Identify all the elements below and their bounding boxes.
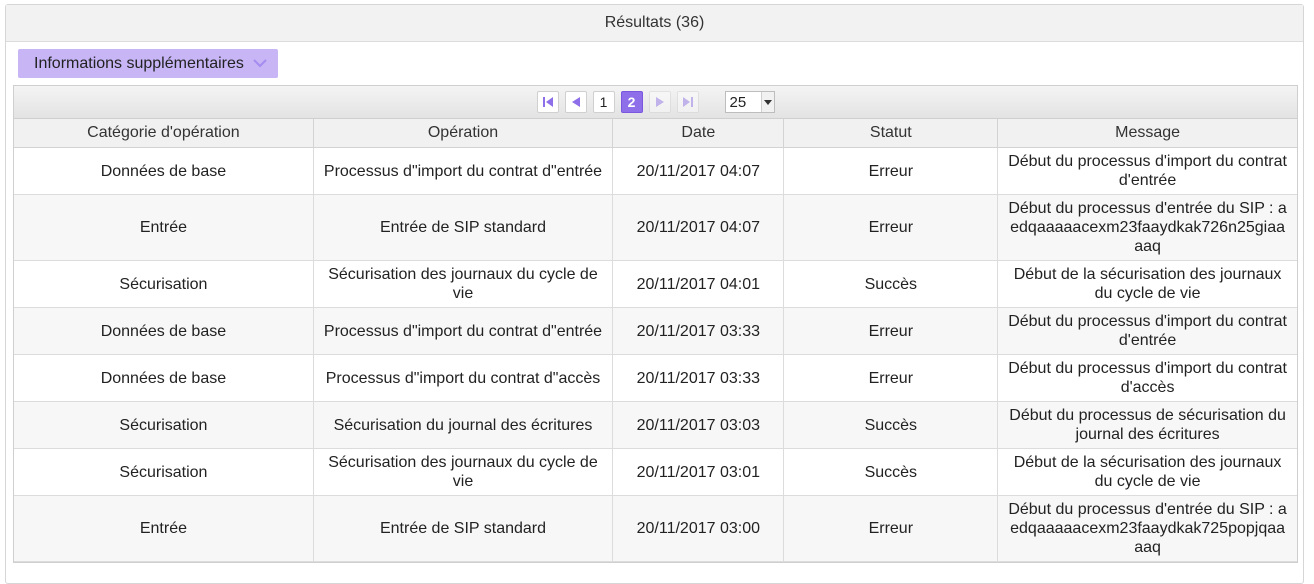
paginator: 1 2 25 — [14, 86, 1297, 119]
table-header-row: Catégorie d'opération Opération Date Sta… — [14, 119, 1297, 148]
page-2-button[interactable]: 2 — [620, 91, 643, 113]
table-row[interactable]: Sécurisation Sécurisation du journal des… — [14, 401, 1297, 449]
cell-date: 20/11/2017 03:33 — [612, 307, 785, 355]
cell-status: Succès — [783, 260, 999, 308]
table-row[interactable]: Entrée Entrée de SIP standard 20/11/2017… — [14, 495, 1297, 562]
cell-category: Sécurisation — [14, 401, 314, 449]
more-info-label: Informations supplémentaires — [34, 54, 244, 72]
results-title: Résultats (36) — [604, 14, 705, 31]
cell-status: Succès — [783, 401, 999, 449]
cell-operation: Entrée de SIP standard — [313, 194, 614, 261]
column-header-date[interactable]: Date — [612, 119, 785, 148]
table-row[interactable]: Données de base Processus d"import du co… — [14, 147, 1297, 195]
results-panel-header: Résultats (36) — [6, 5, 1303, 42]
column-header-category[interactable]: Catégorie d'opération — [14, 119, 314, 148]
select-arrow-icon — [760, 92, 774, 112]
cell-date: 20/11/2017 04:07 — [612, 147, 785, 195]
cell-date: 20/11/2017 04:07 — [612, 194, 785, 261]
cell-message: Début du processus de sécurisation du jo… — [997, 401, 1297, 449]
cell-message: Début du processus d'import du contrat d… — [997, 354, 1297, 402]
cell-status: Erreur — [783, 495, 999, 562]
first-page-icon[interactable] — [536, 91, 559, 113]
cell-status: Erreur — [783, 307, 999, 355]
cell-operation: Sécurisation du journal des écritures — [313, 401, 614, 449]
next-page-icon[interactable] — [648, 91, 671, 113]
rows-per-page-value: 25 — [729, 93, 747, 111]
cell-category: Données de base — [14, 147, 314, 195]
cell-operation: Processus d"import du contrat d"accès — [313, 354, 614, 402]
cell-operation: Entrée de SIP standard — [313, 495, 614, 562]
cell-category: Sécurisation — [14, 448, 314, 496]
cell-message: Début du processus d'entrée du SIP : aed… — [997, 495, 1297, 562]
cell-category: Données de base — [14, 307, 314, 355]
results-table: Catégorie d'opération Opération Date Sta… — [14, 119, 1297, 562]
cell-status: Erreur — [783, 354, 999, 402]
cell-operation: Processus d"import du contrat d"entrée — [313, 307, 614, 355]
table-row[interactable]: Données de base Processus d"import du co… — [14, 307, 1297, 355]
cell-date: 20/11/2017 03:00 — [612, 495, 785, 562]
table-row[interactable]: Sécurisation Sécurisation des journaux d… — [14, 448, 1297, 496]
previous-page-icon[interactable] — [564, 91, 587, 113]
cell-category: Entrée — [14, 495, 314, 562]
cell-date: 20/11/2017 03:33 — [612, 354, 785, 402]
results-grid: 1 2 25 Catégorie d'opération Opération D… — [13, 85, 1298, 563]
cell-message: Début du processus d'import du contrat d… — [997, 147, 1297, 195]
column-header-operation[interactable]: Opération — [313, 119, 614, 148]
cell-date: 20/11/2017 03:03 — [612, 401, 785, 449]
chevron-down-icon — [252, 56, 268, 72]
column-header-message[interactable]: Message — [997, 119, 1297, 148]
cell-operation: Sécurisation des journaux du cycle de vi… — [313, 448, 614, 496]
page-1-button[interactable]: 1 — [592, 91, 615, 113]
cell-date: 20/11/2017 03:01 — [612, 448, 785, 496]
cell-status: Succès — [783, 448, 999, 496]
cell-operation: Sécurisation des journaux du cycle de vi… — [313, 260, 614, 308]
cell-operation: Processus d"import du contrat d"entrée — [313, 147, 614, 195]
rows-per-page-select[interactable]: 25 — [724, 91, 775, 113]
more-info-button[interactable]: Informations supplémentaires — [18, 49, 278, 78]
cell-message: Début de la sécurisation des journaux du… — [997, 448, 1297, 496]
cell-status: Erreur — [783, 194, 999, 261]
table-row[interactable]: Données de base Processus d"import du co… — [14, 354, 1297, 402]
cell-category: Sécurisation — [14, 260, 314, 308]
cell-message: Début de la sécurisation des journaux du… — [997, 260, 1297, 308]
last-page-icon[interactable] — [676, 91, 699, 113]
cell-date: 20/11/2017 04:01 — [612, 260, 785, 308]
table-row[interactable]: Sécurisation Sécurisation des journaux d… — [14, 260, 1297, 308]
table-row[interactable]: Entrée Entrée de SIP standard 20/11/2017… — [14, 194, 1297, 261]
cell-status: Erreur — [783, 147, 999, 195]
cell-message: Début du processus d'entrée du SIP : aed… — [997, 194, 1297, 261]
cell-category: Entrée — [14, 194, 314, 261]
cell-category: Données de base — [14, 354, 314, 402]
column-header-status[interactable]: Statut — [783, 119, 999, 148]
cell-message: Début du processus d'import du contrat d… — [997, 307, 1297, 355]
